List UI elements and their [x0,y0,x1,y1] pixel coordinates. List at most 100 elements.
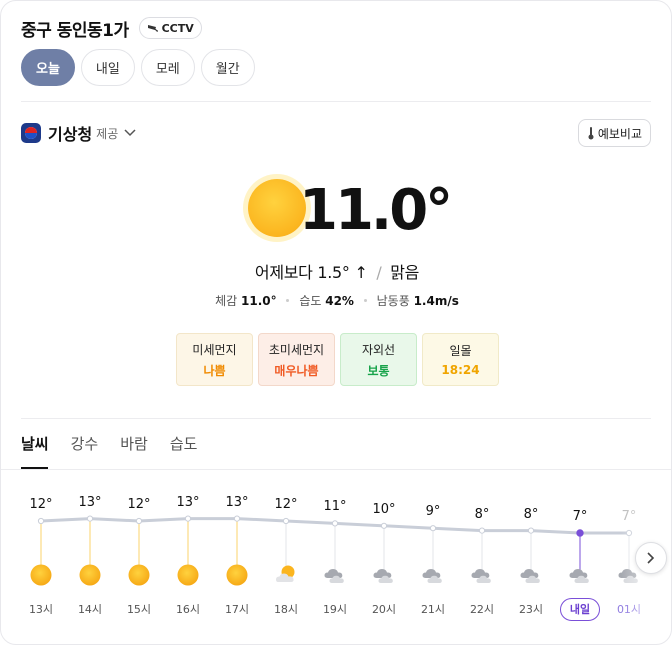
hour-label: 16시 [175,603,201,616]
sun-icon [127,563,151,587]
provider-selector[interactable]: 기상청 제공 [21,121,136,145]
tab-wind[interactable]: 바람 [120,433,148,459]
cloudy-icon [323,563,347,587]
hour-temperature: 7° [621,509,637,524]
temperature-point [184,515,192,522]
cloudy-icon [519,563,543,587]
hour-temperature: 13° [78,494,102,510]
compare-text: 어제보다 1.5° [254,263,350,282]
tab-today[interactable]: 오늘 [21,49,75,86]
hour-label: 21시 [420,603,446,616]
separator-dot [286,299,290,302]
cctv-label: CCTV [161,21,194,35]
provider-sub: 제공 [96,126,119,141]
hour-temperature: 13° [176,494,200,510]
hour-label: 17시 [224,603,250,616]
weather-details: 체감 11.0° 습도 42% 남동풍 1.4m/s [1,292,671,309]
hour-temperature: 12° [127,497,151,512]
temperature-point [478,527,486,534]
feels-like-value: 11.0° [241,294,277,308]
temperature-point [233,515,241,522]
tab-day-after[interactable]: 모레 [140,49,195,86]
wind-label: 남동풍 [376,294,410,308]
temperature-point [331,520,339,527]
hour-temperature: 7° [572,509,588,524]
partly-cloudy-icon [274,563,298,587]
cloudy-icon [421,563,445,587]
hour-label: 13시 [28,603,54,616]
cloudy-icon [470,563,494,587]
sun-icon [176,563,200,587]
divider [1,469,671,470]
chevron-right-icon [647,552,655,564]
badge-value: 나쁨 [203,363,226,378]
tab-monthly[interactable]: 월간 [200,49,255,86]
cctv-button[interactable]: CCTV [138,17,202,39]
hour-temperature: 11° [323,499,347,515]
tab-tomorrow[interactable]: 내일 [80,49,135,86]
forecast-sub-tabs: 날씨 강수 바람 습도 [21,433,219,459]
hour-temperature: 12° [274,497,298,512]
separator-dot [363,299,367,302]
badge-ultrafine-dust[interactable]: 초미세먼지 매우나쁨 [258,333,335,386]
badge-label: 미세먼지 [192,342,237,357]
hour-temperature: 8° [523,506,539,522]
hour-temperature: 13° [225,494,249,510]
hour-label: 18시 [273,603,299,616]
day-tabs: 오늘 내일 모레 월간 [21,49,261,86]
current-temperature: 11.0° [299,178,453,243]
badge-value: 매우나쁨 [274,363,319,378]
badge-sunset[interactable]: 일몰 18:24 [422,333,499,386]
separator: / [376,263,382,282]
divider [21,418,651,419]
humidity-value: 42% [325,294,354,308]
temperature-point [625,529,633,537]
hourly-forecast[interactable]: 12° 13시 13° 14시 12° 15시 13° 16시 13° 17시 12° 18시 11° 1… [1,481,671,641]
up-arrow-icon: ↑ [354,263,368,282]
badge-uv[interactable]: 자외선 보통 [340,333,417,386]
tab-humidity[interactable]: 습도 [170,433,198,459]
chevron-down-icon [124,129,136,137]
hour-label: 20시 [371,603,397,616]
temperature-point [135,517,143,525]
sun-icon [248,179,306,237]
provider-name: 기상청 [48,125,93,144]
temperature-point [527,527,535,534]
tab-precipitation[interactable]: 강수 [71,433,99,459]
hour-label: 15시 [126,603,152,616]
hour-label: 19시 [322,603,348,616]
air-quality-badges: 미세먼지 나쁨 초미세먼지 매우나쁨 자외선 보통 일몰 18:24 [176,333,504,386]
condition-text: 맑음 [390,263,420,282]
humidity-label: 습도 [299,294,322,308]
cloudy-icon [568,563,592,587]
temperature-point [282,517,290,525]
badge-label: 자외선 [361,342,396,357]
thermometer-icon [588,127,594,140]
sun-icon [225,563,249,587]
hour-label: 23시 [518,603,544,616]
feels-like-label: 체감 [215,294,238,308]
hour-label: 22시 [469,603,495,616]
badge-value: 보통 [367,363,390,378]
scroll-next-button[interactable] [635,542,667,574]
badge-label: 초미세먼지 [268,342,325,357]
temperature-point [380,522,388,529]
sun-icon [29,563,53,587]
hour-temperature: 8° [474,506,490,522]
location-header: 중구 동인동1가 CCTV [21,15,202,41]
hour-temperature: 12° [29,497,53,512]
hour-temperature: 10° [372,501,396,517]
cloudy-icon [372,563,396,587]
badge-fine-dust[interactable]: 미세먼지 나쁨 [176,333,253,386]
wind-value: 1.4m/s [413,294,459,308]
tab-weather[interactable]: 날씨 [21,433,49,459]
location-title[interactable]: 중구 동인동1가 [21,16,129,41]
yesterday-compare: 어제보다 1.5° ↑ / 맑음 [1,259,671,283]
forecast-compare-button[interactable]: 예보비교 [577,119,651,147]
temperature-point [429,525,437,532]
badge-value: 18:24 [441,363,480,377]
temperature-point [86,515,94,522]
badge-label: 일몰 [449,344,472,358]
divider [21,101,651,102]
hour-temperature: 9° [425,504,441,520]
